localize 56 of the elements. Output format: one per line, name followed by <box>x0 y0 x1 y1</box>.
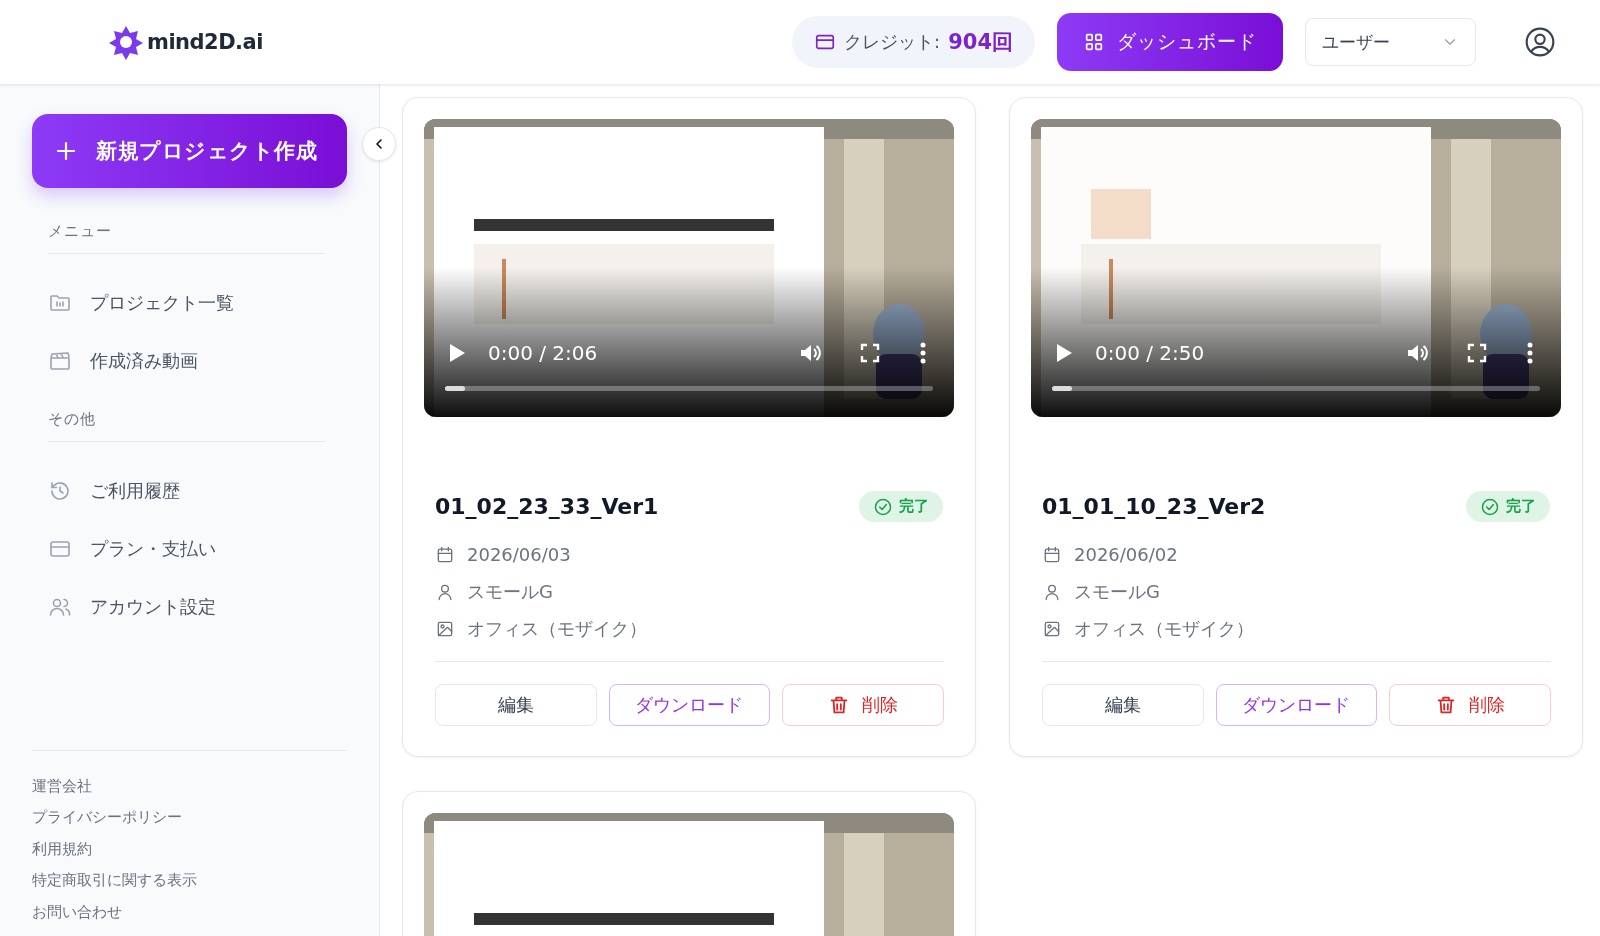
play-icon[interactable] <box>448 343 466 363</box>
download-button[interactable]: ダウンロード <box>608 684 771 726</box>
calendar-icon <box>1042 544 1062 565</box>
section-title: その他 <box>48 410 97 429</box>
progress-track[interactable] <box>1052 386 1540 391</box>
video-title: 01_02_23_33_Ver1 <box>435 494 659 519</box>
clapperboard-icon <box>48 349 72 373</box>
nav-item[interactable]: 作成済み動画 <box>48 332 347 390</box>
new-project-button[interactable]: 新規プロジェクト作成 <box>32 114 347 188</box>
logo-text: mind2D.ai <box>147 30 263 54</box>
footer-link[interactable]: お問い合わせ <box>32 896 122 928</box>
nav-item[interactable]: プラン・支払い <box>48 520 347 578</box>
character-name: スモールG <box>1074 579 1160 604</box>
fullscreen-icon[interactable] <box>1467 343 1487 363</box>
edit-button[interactable]: 編集 <box>435 684 597 726</box>
status-badge: 完了 <box>1466 491 1550 522</box>
video-time: 0:00 / 2:06 <box>488 341 598 365</box>
account-button[interactable] <box>1524 26 1556 58</box>
section-title: メニュー <box>48 222 113 241</box>
check-circle-icon <box>873 496 893 517</box>
footer-link[interactable]: 特定商取引に関する表示 <box>32 865 197 897</box>
more-icon[interactable] <box>1527 342 1533 364</box>
background-name: オフィス（モザイク） <box>467 616 647 641</box>
footer-link[interactable]: 運営会社 <box>32 770 92 802</box>
status-badge: 完了 <box>859 491 943 522</box>
dashboard-icon <box>1083 31 1105 53</box>
dashboard-button[interactable]: ダッシュボード <box>1057 13 1283 71</box>
delete-button[interactable]: 削除 <box>782 684 944 726</box>
video-date: 2026/06/02 <box>1074 544 1178 565</box>
history-icon <box>48 479 72 503</box>
credit-label: クレジット: <box>844 30 941 54</box>
video-title: 01_01_10_23_Ver2 <box>1042 494 1266 519</box>
video-date: 2026/06/03 <box>467 544 571 565</box>
delete-button[interactable]: 削除 <box>1389 684 1551 726</box>
fullscreen-icon[interactable] <box>860 343 880 363</box>
credit-value: 904回 <box>948 29 1013 56</box>
footer-link[interactable]: プライバシーポリシー <box>32 802 182 834</box>
download-button[interactable]: ダウンロード <box>1215 684 1378 726</box>
plus-icon <box>54 139 78 163</box>
nav-item[interactable]: ご利用履歴 <box>48 462 347 520</box>
nav-item[interactable]: プロジェクト一覧 <box>48 274 347 332</box>
background-name: オフィス（モザイク） <box>1074 616 1254 641</box>
progress-track[interactable] <box>445 386 933 391</box>
nav-item[interactable]: アカウント設定 <box>48 578 347 636</box>
video-time: 0:00 / 2:50 <box>1095 341 1205 365</box>
user-select[interactable]: ユーザー <box>1305 18 1476 66</box>
account-icon <box>1524 26 1556 58</box>
calendar-icon <box>435 544 455 565</box>
character-name: スモールG <box>467 579 553 604</box>
edit-button[interactable]: 編集 <box>1042 684 1204 726</box>
footer-link[interactable]: 利用規約 <box>32 833 92 865</box>
check-circle-icon <box>1480 496 1500 517</box>
play-icon[interactable] <box>1055 343 1073 363</box>
collapse-button[interactable] <box>362 127 396 161</box>
more-icon[interactable] <box>920 342 926 364</box>
logo-icon <box>108 24 144 60</box>
